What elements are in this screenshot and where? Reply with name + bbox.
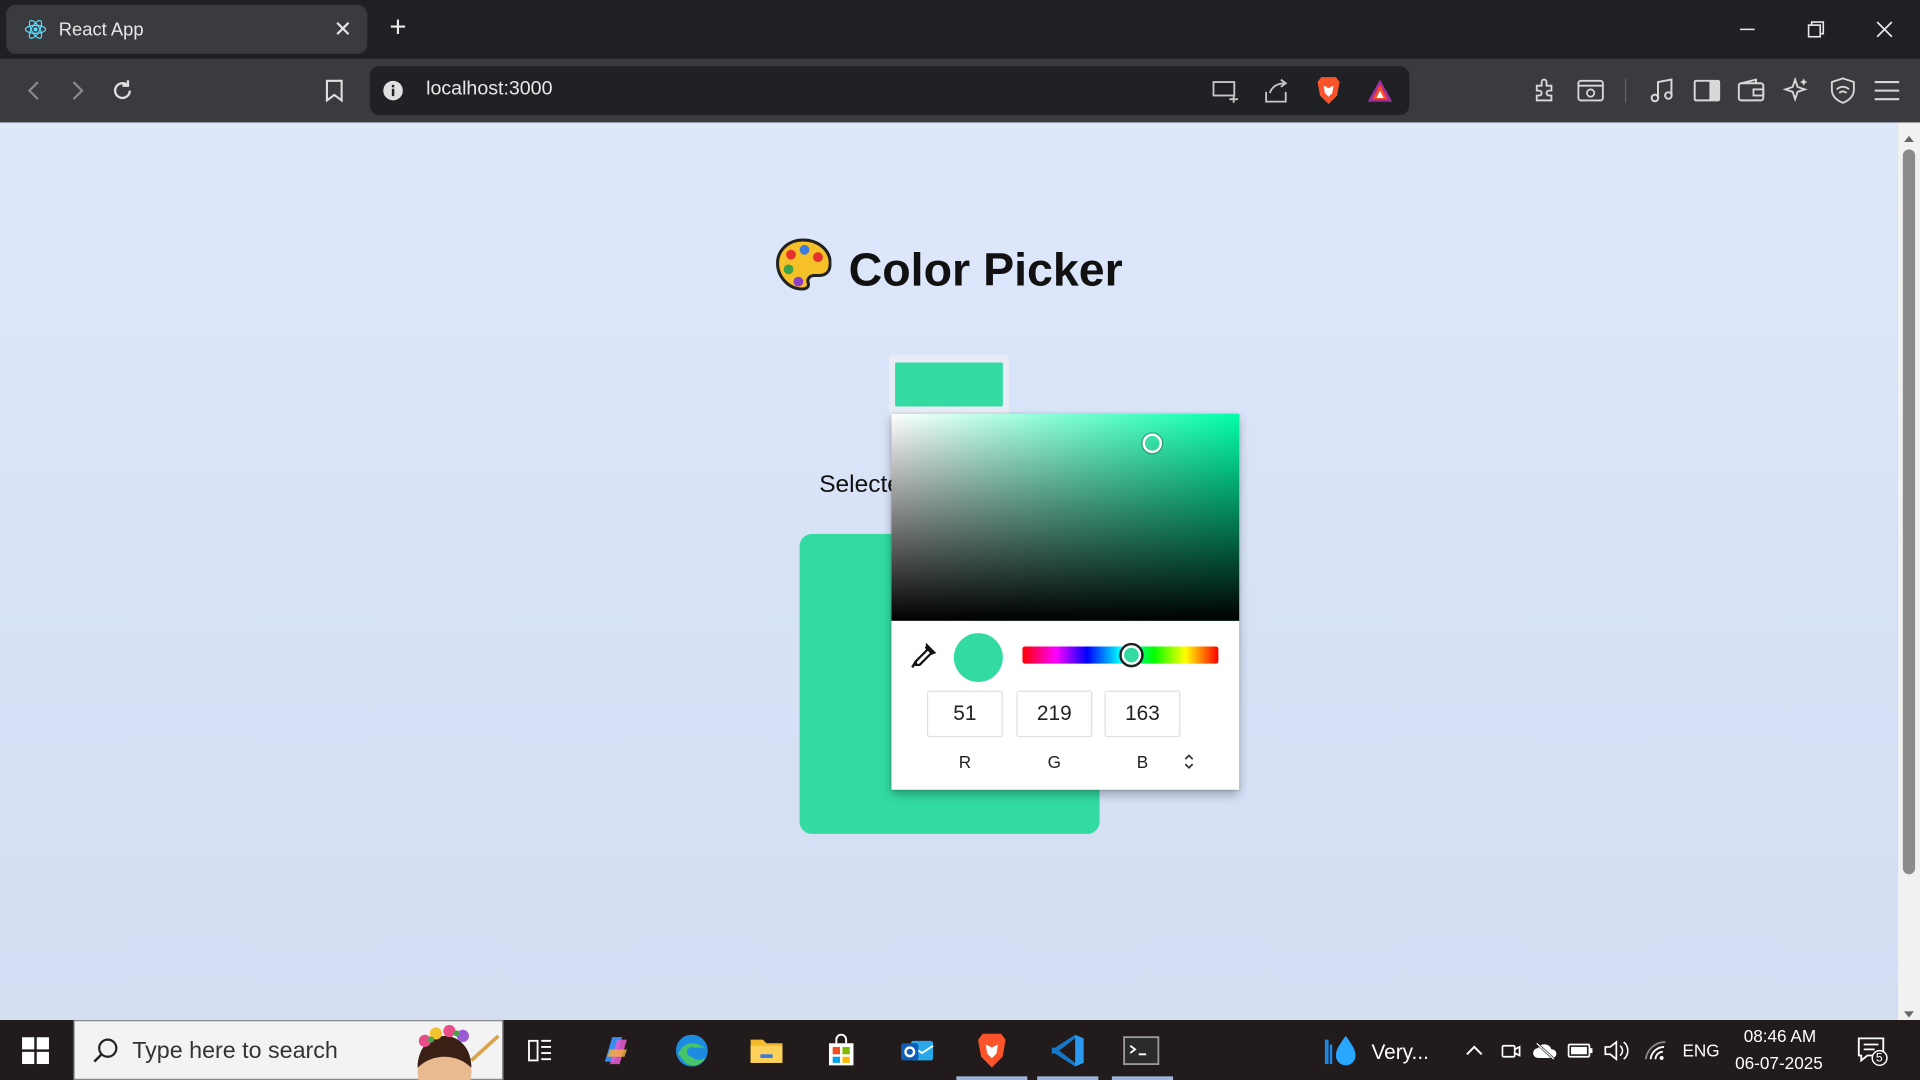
- menu-icon[interactable]: [1870, 73, 1904, 107]
- tab-title: React App: [58, 18, 144, 40]
- page-viewport: Color Picker Selecte R G B: [0, 122, 1898, 1021]
- restore-button[interactable]: [1791, 10, 1840, 49]
- terminal-running-indicator: [1111, 1076, 1174, 1080]
- format-toggle-icon[interactable]: [1180, 753, 1197, 773]
- notification-count: 5: [1875, 1051, 1883, 1066]
- blue-input[interactable]: [1104, 690, 1181, 738]
- weather-icon[interactable]: [1320, 1030, 1362, 1072]
- eyedropper-icon[interactable]: [909, 642, 938, 671]
- language-indicator[interactable]: ENG: [1682, 1041, 1719, 1061]
- outlook-icon[interactable]: [896, 1030, 938, 1072]
- close-window-button[interactable]: [1860, 10, 1909, 49]
- terminal-icon[interactable]: [1120, 1030, 1162, 1072]
- search-icon: [92, 1037, 119, 1070]
- leo-ai-icon[interactable]: [1779, 73, 1813, 107]
- brave-shields-icon[interactable]: [1315, 76, 1342, 112]
- weather-text[interactable]: Very...: [1371, 1041, 1428, 1065]
- tab-strip: React App ✕ +: [0, 0, 1920, 59]
- share-icon[interactable]: [1262, 77, 1289, 110]
- minimize-button[interactable]: [1723, 10, 1772, 49]
- hue-slider[interactable]: [1022, 642, 1219, 668]
- red-label: R: [958, 751, 972, 772]
- page-title-text: Color Picker: [848, 244, 1123, 296]
- sidebar-icon[interactable]: [1690, 73, 1724, 107]
- clock-time[interactable]: 08:46 AM: [1744, 1026, 1816, 1046]
- media-icon[interactable]: [1645, 73, 1679, 107]
- bookmark-icon[interactable]: [317, 73, 351, 107]
- forward-arrow-icon[interactable]: [60, 73, 94, 107]
- green-label: G: [1047, 751, 1061, 772]
- search-highlight-icon: [396, 1024, 504, 1080]
- windows-taskbar: Type here to search Very... ENG 08:46 AM…: [0, 1020, 1920, 1080]
- taskbar-search-box[interactable]: Type here to search: [73, 1020, 504, 1080]
- brave-running-indicator: [956, 1076, 1028, 1080]
- react-icon: [23, 17, 47, 41]
- wallet-icon[interactable]: [1734, 73, 1768, 107]
- saturation-area[interactable]: [891, 413, 1240, 621]
- file-explorer-icon[interactable]: [746, 1030, 788, 1072]
- address-bar[interactable]: localhost:3000: [369, 66, 1410, 116]
- volume-icon[interactable]: [1596, 1030, 1638, 1072]
- saturation-pointer[interactable]: [1142, 433, 1163, 453]
- wifi-icon[interactable]: [1635, 1030, 1677, 1072]
- new-tab-button[interactable]: +: [382, 13, 414, 45]
- toolbar-separator: [1624, 78, 1627, 103]
- reload-icon[interactable]: [105, 73, 139, 107]
- scrollbar-thumb[interactable]: [1902, 149, 1916, 875]
- browser-toolbar: localhost:3000: [0, 58, 1920, 123]
- palette-icon: [775, 236, 832, 305]
- show-hidden-icons-icon[interactable]: [1453, 1030, 1495, 1072]
- task-view-icon[interactable]: [519, 1030, 561, 1072]
- blue-label: B: [1136, 751, 1149, 772]
- brave-taskbar-icon[interactable]: [971, 1030, 1013, 1072]
- clock-date[interactable]: 06-07-2025: [1735, 1053, 1823, 1073]
- selected-color-label: Selecte: [819, 471, 901, 499]
- color-swatch: [895, 362, 1003, 407]
- windows-start-icon[interactable]: [15, 1030, 57, 1072]
- green-input[interactable]: [1016, 690, 1093, 738]
- copilot-icon[interactable]: [595, 1030, 637, 1072]
- leo-sidebar-icon[interactable]: [1573, 73, 1607, 107]
- search-placeholder: Type here to search: [132, 1038, 338, 1065]
- back-arrow-icon[interactable]: [17, 73, 51, 107]
- site-info-icon[interactable]: [382, 80, 404, 108]
- tab-react-app[interactable]: React App ✕: [6, 4, 368, 54]
- vscode-icon[interactable]: [1047, 1030, 1089, 1072]
- color-picker-popover: R G B: [891, 413, 1240, 790]
- microsoft-store-icon[interactable]: [820, 1030, 862, 1072]
- color-swatch-button[interactable]: [888, 355, 1009, 414]
- url-text: localhost:3000: [426, 78, 553, 100]
- vpn-icon[interactable]: [1826, 73, 1860, 107]
- scroll-up-icon[interactable]: [1903, 127, 1915, 149]
- cast-icon[interactable]: [1212, 78, 1239, 109]
- close-tab-icon[interactable]: ✕: [328, 15, 357, 44]
- edge-icon[interactable]: [671, 1030, 713, 1072]
- extensions-icon[interactable]: [1528, 73, 1562, 107]
- current-color-chip: [953, 633, 1003, 683]
- notifications-icon[interactable]: 5: [1851, 1030, 1893, 1072]
- vscode-running-indicator: [1037, 1076, 1099, 1080]
- red-input[interactable]: [926, 690, 1003, 738]
- page-title: Color Picker: [0, 236, 1898, 305]
- hue-slider-thumb[interactable]: [1118, 642, 1144, 668]
- page-scrollbar[interactable]: [1897, 122, 1920, 1021]
- brave-rewards-icon[interactable]: [1367, 77, 1394, 110]
